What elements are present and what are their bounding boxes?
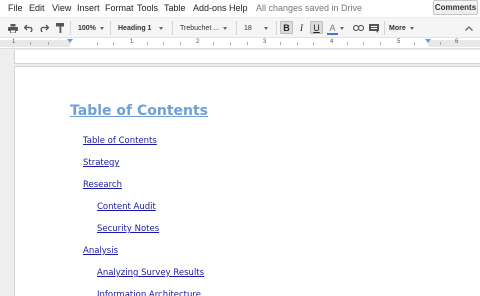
chevron-down-icon [263, 26, 268, 30]
menu-bar: File Edit View Insert Format Tools Table… [0, 0, 480, 17]
previous-page-bottom [14, 50, 480, 64]
toc-link[interactable]: Analyzing Survey Results [97, 268, 204, 278]
ruler-tick [440, 42, 441, 45]
ruler-number: 4 [330, 39, 334, 45]
chevron-down-icon [159, 26, 164, 30]
redo-icon[interactable] [37, 20, 51, 36]
ruler-tick [414, 42, 415, 45]
font-value: Trebuchet ... [180, 24, 220, 32]
toc-link[interactable]: Information Architecture [97, 290, 201, 296]
ruler-tick [113, 42, 114, 45]
font-size-dropdown[interactable]: 18 [244, 20, 268, 36]
underline-button[interactable]: U [310, 21, 323, 34]
ruler-number: 1 [130, 39, 134, 45]
zoom-dropdown[interactable]: 100% [78, 20, 104, 36]
ruler-tick [97, 42, 98, 45]
text-color-label: A [329, 22, 336, 33]
italic-button[interactable]: I [295, 21, 308, 34]
ruler[interactable]: 1 1 2 3 4 5 6 7 [0, 38, 480, 49]
menu-view[interactable]: View [52, 3, 71, 13]
comments-button[interactable]: Comments [433, 0, 478, 15]
more-dropdown[interactable]: More [389, 20, 414, 36]
toolbar-divider [172, 21, 173, 35]
text-color-arrow[interactable] [340, 20, 344, 36]
collapse-toolbar-icon[interactable] [462, 20, 476, 36]
toolbar: 100% Heading 1 Trebuchet ... 18 B I U A … [0, 17, 480, 38]
ruler-tick [380, 42, 381, 45]
ruler-tick [213, 42, 214, 45]
ruler-left-margin [0, 40, 70, 47]
ruler-number: 1 [12, 39, 16, 45]
toc-link[interactable]: Research [83, 180, 122, 190]
document-page[interactable]: Table of Contents Table of Contents Strat… [14, 66, 480, 296]
right-indent-handle[interactable] [425, 39, 431, 43]
ruler-tick [48, 42, 49, 45]
menu-table[interactable]: Table [164, 3, 186, 13]
ruler-number: 6 [455, 39, 459, 45]
ruler-tick [230, 42, 231, 45]
chevron-down-icon [340, 26, 344, 30]
ruler-tick [30, 42, 31, 45]
ruler-tick [347, 42, 348, 45]
chevron-down-icon [223, 26, 228, 30]
toolbar-divider [276, 21, 277, 35]
ruler-tick [363, 42, 364, 45]
ruler-tick [163, 42, 164, 45]
text-color-swatch [327, 33, 338, 35]
menu-insert[interactable]: Insert [77, 3, 100, 13]
link-icon[interactable] [351, 20, 365, 36]
toc-link[interactable]: Content Audit [97, 202, 156, 212]
menu-tools[interactable]: Tools [137, 3, 158, 13]
ruler-number: 2 [196, 39, 200, 45]
ruler-tick [280, 42, 281, 45]
font-dropdown[interactable]: Trebuchet ... [180, 20, 228, 36]
print-icon[interactable] [6, 20, 20, 36]
toc-link[interactable]: Table of Contents [83, 136, 157, 146]
ruler-number: 5 [397, 39, 401, 45]
menu-edit[interactable]: Edit [29, 3, 45, 13]
chevron-down-icon [99, 26, 104, 30]
ruler-tick [147, 42, 148, 45]
bold-button[interactable]: B [280, 21, 293, 34]
toolbar-divider [384, 21, 385, 35]
document-canvas[interactable]: Table of Contents Table of Contents Strat… [0, 50, 480, 296]
more-label: More [389, 24, 406, 32]
toolbar-divider [110, 21, 111, 35]
toc-link[interactable]: Strategy [83, 158, 119, 168]
ruler-tick [180, 42, 181, 45]
chevron-down-icon [409, 26, 414, 30]
menu-addons[interactable]: Add-ons [193, 3, 227, 13]
paint-format-icon[interactable] [53, 20, 67, 36]
menu-file[interactable]: File [8, 3, 23, 13]
ruler-tick [313, 42, 314, 45]
ruler-tick [247, 42, 248, 45]
ruler-right-margin [428, 40, 480, 47]
comment-icon[interactable] [367, 20, 381, 36]
menu-help[interactable]: Help [229, 3, 248, 13]
toc-link[interactable]: Security Notes [97, 224, 159, 234]
left-indent-handle[interactable] [67, 39, 73, 43]
undo-icon[interactable] [22, 20, 36, 36]
style-dropdown[interactable]: Heading 1 [118, 20, 164, 36]
toolbar-divider [236, 21, 237, 35]
zoom-value: 100% [78, 24, 96, 32]
toc-link[interactable]: Analysis [83, 246, 118, 256]
font-size-value: 18 [244, 24, 252, 32]
save-status: All changes saved in Drive [256, 3, 363, 13]
ruler-number: 3 [263, 39, 267, 45]
style-value: Heading 1 [118, 24, 152, 32]
menu-format[interactable]: Format [105, 3, 134, 13]
ruler-tick [297, 42, 298, 45]
toolbar-divider [70, 21, 71, 35]
toc-heading: Table of Contents [70, 103, 209, 119]
